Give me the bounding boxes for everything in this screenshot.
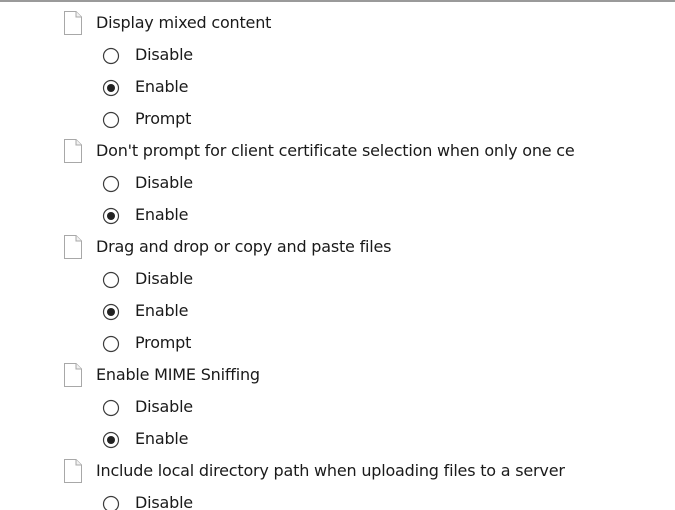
radio-selected-icon[interactable] (102, 207, 120, 225)
radio-unselected-icon[interactable] (102, 47, 120, 65)
settings-tree: Display mixed content Disable Enable Pro… (0, 8, 675, 510)
document-icon (64, 459, 82, 483)
document-icon (64, 139, 82, 163)
option-enable[interactable]: Enable (0, 200, 675, 232)
document-icon (64, 363, 82, 387)
setting-label: Drag and drop or copy and paste files (96, 237, 392, 256)
radio-unselected-icon[interactable] (102, 399, 120, 417)
option-label: Prompt (135, 109, 192, 128)
radio-unselected-icon[interactable] (102, 495, 120, 510)
option-disable[interactable]: Disable (0, 488, 675, 510)
document-icon (64, 11, 82, 35)
option-label: Enable (135, 77, 189, 96)
setting-enable-mime-sniffing[interactable]: Enable MIME Sniffing (0, 360, 675, 392)
option-prompt[interactable]: Prompt (0, 328, 675, 360)
setting-label: Enable MIME Sniffing (96, 365, 260, 384)
option-enable[interactable]: Enable (0, 424, 675, 456)
radio-unselected-icon[interactable] (102, 271, 120, 289)
option-disable[interactable]: Disable (0, 392, 675, 424)
document-icon (64, 235, 82, 259)
option-enable[interactable]: Enable (0, 296, 675, 328)
radio-selected-icon[interactable] (102, 79, 120, 97)
radio-selected-icon[interactable] (102, 431, 120, 449)
radio-unselected-icon[interactable] (102, 335, 120, 353)
option-label: Enable (135, 301, 189, 320)
option-label: Enable (135, 205, 189, 224)
option-label: Enable (135, 429, 189, 448)
option-prompt[interactable]: Prompt (0, 104, 675, 136)
setting-display-mixed-content[interactable]: Display mixed content (0, 8, 675, 40)
option-disable[interactable]: Disable (0, 264, 675, 296)
option-label: Prompt (135, 333, 192, 352)
option-disable[interactable]: Disable (0, 168, 675, 200)
top-border (0, 0, 675, 2)
option-label: Disable (135, 45, 193, 64)
option-label: Disable (135, 397, 193, 416)
option-label: Disable (135, 493, 193, 510)
option-label: Disable (135, 173, 193, 192)
radio-selected-icon[interactable] (102, 303, 120, 321)
setting-include-local-directory-path[interactable]: Include local directory path when upload… (0, 456, 675, 488)
radio-unselected-icon[interactable] (102, 111, 120, 129)
option-label: Disable (135, 269, 193, 288)
option-disable[interactable]: Disable (0, 40, 675, 72)
setting-drag-and-drop-files[interactable]: Drag and drop or copy and paste files (0, 232, 675, 264)
setting-label: Don't prompt for client certificate sele… (96, 141, 575, 160)
option-enable[interactable]: Enable (0, 72, 675, 104)
setting-label: Display mixed content (96, 13, 272, 32)
radio-unselected-icon[interactable] (102, 175, 120, 193)
setting-client-certificate-prompt[interactable]: Don't prompt for client certificate sele… (0, 136, 675, 168)
setting-label: Include local directory path when upload… (96, 461, 565, 480)
